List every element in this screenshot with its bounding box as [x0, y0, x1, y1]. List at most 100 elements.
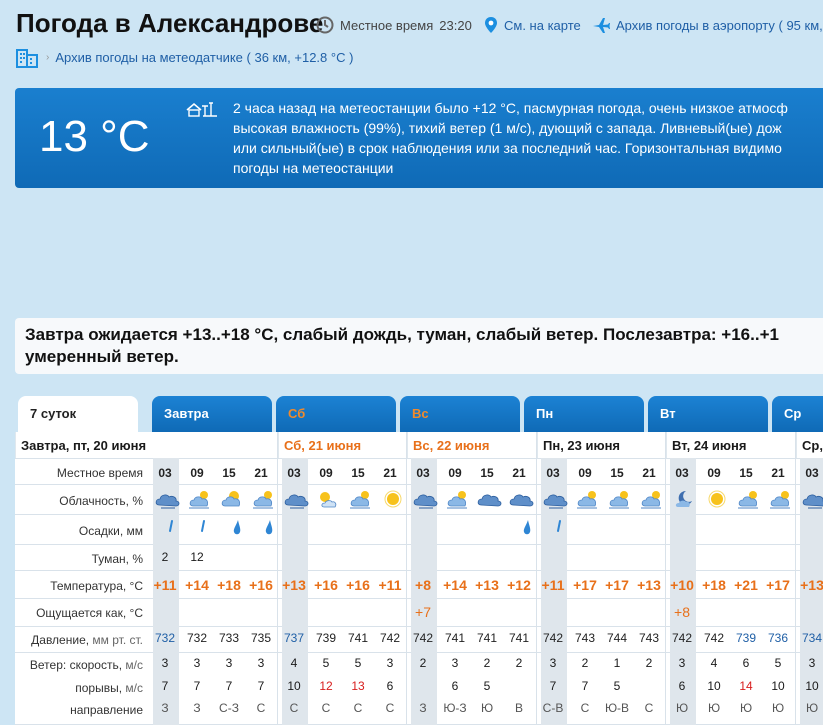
gusts-cell: 10: [707, 679, 721, 693]
sensor-archive-link[interactable]: › Архив погоды на метеодатчике ( 36 км, …: [16, 46, 353, 68]
cloud-cell: [474, 488, 506, 513]
tab-label: Ср: [784, 406, 802, 421]
pressure-cell: 742: [671, 631, 693, 645]
day-header: Ср,: [796, 432, 823, 458]
gusts-cell: 5: [483, 679, 491, 693]
pressure-cell: 741: [476, 631, 498, 645]
wind-cell: 3: [225, 656, 233, 670]
direction-cell: Ю-В: [604, 701, 630, 715]
tab-saturday[interactable]: Сб: [276, 396, 396, 432]
direction-cell: Ю: [805, 701, 819, 715]
map-link-label[interactable]: См. на карте: [504, 18, 581, 33]
sensor-archive-label[interactable]: Архив погоды на метеодатчике ( 36 км, +1…: [55, 50, 353, 65]
pressure-cell: 739: [315, 631, 337, 645]
raindrop-icon: [523, 520, 531, 535]
tab-label: Вс: [412, 406, 429, 421]
temp-cell: +16: [249, 577, 273, 593]
direction-cell: Ю-З: [443, 701, 467, 715]
temp-cell: +8: [415, 577, 431, 593]
clock-icon: [316, 16, 334, 34]
day-header: Пн, 23 июня: [537, 432, 620, 458]
temp-cell: +11: [378, 577, 402, 593]
temp-cell: +17: [766, 577, 790, 593]
local-time-label: Местное время: [340, 17, 434, 33]
temp-cell: +16: [346, 577, 370, 593]
forecast-summary: Завтра ожидается +13..+18 °C, слабый дож…: [15, 318, 823, 374]
gusts-cell: 7: [225, 679, 233, 693]
cloud-night-icon: [543, 494, 568, 509]
tab-tomorrow[interactable]: Завтра: [152, 396, 272, 432]
tab-tuesday[interactable]: Вт: [648, 396, 768, 432]
map-link[interactable]: См. на карте: [484, 16, 581, 34]
airport-archive-label[interactable]: Архив погоды в аэропорту ( 95 км, +: [616, 18, 823, 33]
wind-cell: 3: [549, 656, 557, 670]
cloud-night-icon: [284, 494, 309, 509]
temp-cell: +17: [605, 577, 629, 593]
pressure-cell: 736: [767, 631, 789, 645]
direction-cell: Ю: [739, 701, 753, 715]
temp-cell: +11: [541, 577, 565, 593]
hour-cell: 03: [287, 466, 301, 480]
temp-cell: +14: [185, 577, 209, 593]
direction-cell: Ю: [480, 701, 494, 715]
wind-cell: 3: [193, 656, 201, 670]
partly-cloudy-icon: [350, 491, 370, 509]
temp-cell: +13: [282, 577, 306, 593]
day-header: Вс, 22 июня: [407, 432, 489, 458]
wind-cell: 2: [515, 656, 523, 670]
pressure-cell: 737: [283, 631, 305, 645]
hour-cell: 21: [383, 466, 397, 480]
hour-cell: 03: [546, 466, 560, 480]
day-header: Вт, 24 июня: [666, 432, 746, 458]
partly-cloudy-icon: [641, 491, 661, 509]
description-line: 2 часа назад на метеостанции было +12 °C…: [233, 100, 788, 116]
feels-cell: +8: [674, 604, 690, 620]
tab-sunday[interactable]: Вс: [400, 396, 520, 432]
raindrop-icon: [201, 520, 205, 532]
airport-archive-link[interactable]: Архив погоды в аэропорту ( 95 км, +: [592, 16, 823, 34]
gusts-cell: 6: [451, 679, 459, 693]
pressure-cell: 732: [154, 631, 176, 645]
tab-wednesday[interactable]: Ср: [772, 396, 823, 432]
gusts-label: порывы,: [75, 681, 123, 695]
gusts-cell: 10: [805, 679, 819, 693]
chevron-right-icon: ›: [46, 51, 50, 63]
temp-cell: +13: [637, 577, 661, 593]
cloud-night-icon: [802, 494, 823, 509]
cloud-cell: [572, 488, 604, 513]
wind-cell: 3: [808, 656, 816, 670]
gusts-cell: 12: [319, 679, 333, 693]
hour-cell: 09: [448, 466, 462, 480]
precip-cell: [545, 517, 577, 540]
pressure-cell: 742: [542, 631, 564, 645]
cloud-cell: [313, 488, 345, 513]
tab-7-days[interactable]: 7 суток: [18, 396, 138, 432]
pressure-cell: 735: [250, 631, 272, 645]
cloudy-icon: [509, 494, 534, 507]
direction-cell: З: [419, 701, 427, 715]
description-line: высокая влажность (99%), тихий ветер (1 …: [233, 120, 782, 136]
current-weather-panel: 13 °C 2 часа назад на метеостанции было …: [15, 88, 823, 188]
raindrop-icon: [557, 520, 561, 532]
raindrop-icon: [233, 520, 241, 535]
precip-cell: [221, 517, 253, 540]
precip-cell: [511, 517, 543, 540]
precip-cell: [189, 517, 221, 540]
gusts-cell: 7: [257, 679, 265, 693]
cloud-cell: [765, 488, 797, 513]
row-label-clouds: Облачность, %: [59, 494, 143, 508]
gusts-cell: 14: [739, 679, 753, 693]
gusts-cell: 13: [351, 679, 365, 693]
cloud-cell: [281, 488, 313, 513]
partly-cloudy-icon: [253, 491, 273, 509]
hour-cell: 15: [739, 466, 753, 480]
partly-cloudy-icon: [447, 491, 467, 509]
wind-cell: 4: [710, 656, 718, 670]
temp-cell: +16: [314, 577, 338, 593]
direction-cell: С: [256, 701, 266, 715]
pressure-cell: 733: [218, 631, 240, 645]
partly-cloudy-icon: [577, 491, 597, 509]
pressure-cell: 739: [735, 631, 757, 645]
cloud-cell: [799, 488, 823, 513]
tab-monday[interactable]: Пн: [524, 396, 644, 432]
